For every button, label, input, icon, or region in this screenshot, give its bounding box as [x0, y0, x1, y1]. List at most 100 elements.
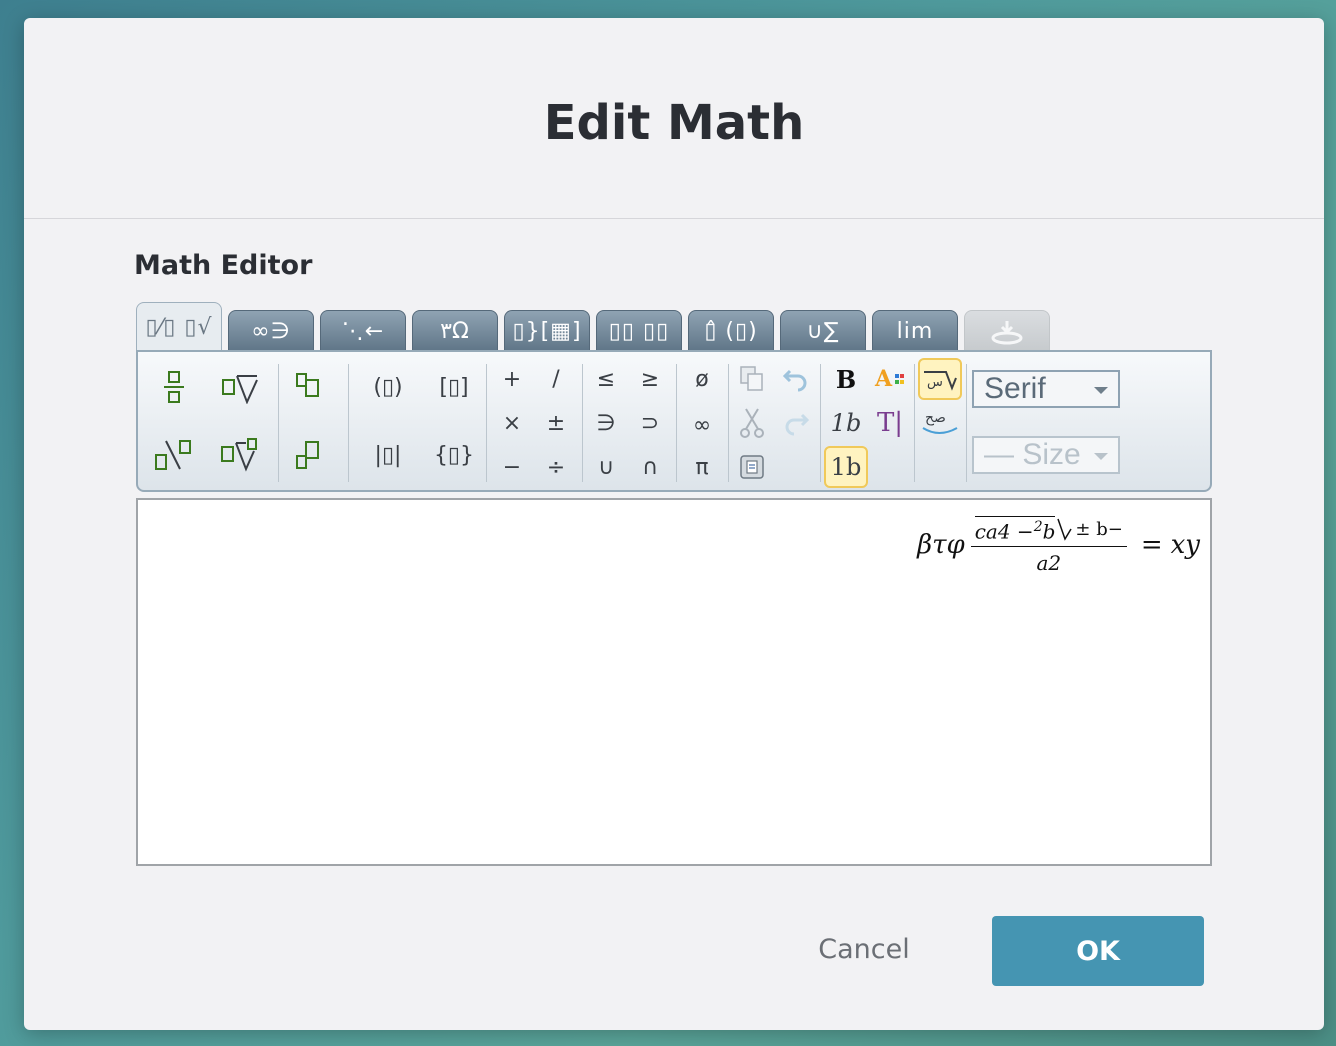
chevron-down-icon [1094, 387, 1108, 394]
infinity-button[interactable]: ∞ [682, 406, 722, 444]
braces-label: {▯} [433, 442, 475, 468]
infinity-label: ∞ [692, 412, 712, 438]
contains-button[interactable]: ∋ [586, 404, 626, 442]
undo-button[interactable] [776, 360, 816, 398]
plus-minus-button[interactable]: ± [536, 404, 576, 442]
text-mode-button[interactable]: T| [870, 404, 910, 442]
font-family-value: Serif [984, 372, 1046, 405]
toolbar-separator [348, 364, 349, 482]
root-button[interactable] [220, 368, 260, 406]
numerator-b: b [1042, 519, 1056, 544]
text-color-button[interactable]: A [870, 360, 910, 398]
plus-button[interactable]: + [492, 360, 532, 398]
dialog-header: Edit Math [24, 18, 1324, 219]
upright-number-label: 1b [830, 453, 862, 481]
tab-arrows[interactable]: ⋱← [320, 310, 406, 352]
numerator-tail: ± b− [1075, 519, 1123, 541]
copy-button[interactable] [732, 360, 772, 398]
toolbar-separator [582, 364, 583, 482]
cut-button[interactable] [732, 404, 772, 442]
formula-overline-group: ca4 −2b [974, 516, 1056, 544]
scissors-icon [740, 408, 764, 438]
union-button[interactable]: ∪ [586, 448, 626, 486]
nth-root-button[interactable] [220, 436, 260, 474]
pi-button[interactable]: π [682, 448, 722, 486]
upright-number-button[interactable]: 1b [824, 446, 868, 488]
edit-math-dialog: Edit Math Math Editor ▯⁄▯ ▯√ ∞∋ ⋱← ٣Ω ▯}… [24, 18, 1324, 1030]
toolbar-separator [676, 364, 677, 482]
superscript-icon [296, 373, 319, 397]
braces-button[interactable]: {▯} [430, 436, 478, 474]
subscript-button[interactable] [288, 436, 328, 474]
toolbar-separator [278, 364, 279, 482]
plus-label: + [502, 366, 522, 392]
empty-set-label: ø [695, 366, 709, 392]
root-icon [222, 375, 258, 404]
parentheses-label: (▯) [373, 374, 403, 400]
editor-toolbar: (▯) [▯] |▯| {▯} + / × ± − ÷ ≤ ≥ ∋ ⊃ ∪ ∩ … [136, 350, 1212, 492]
times-label: × [502, 410, 522, 436]
tab-matrices[interactable]: ▯}[▦] [504, 310, 590, 352]
svg-text:A: A [874, 366, 893, 392]
tab-scripts[interactable]: ▯▯ ▯▯ [596, 310, 682, 352]
copy-icon [740, 366, 763, 391]
slash-label: / [552, 366, 560, 392]
intersection-button[interactable]: ∩ [630, 448, 670, 486]
tab-symbols[interactable]: ∞∋ [228, 310, 314, 352]
greater-equal-label: ≥ [640, 366, 660, 392]
formula-fraction: ca4 −2b ± b− a2 [970, 516, 1127, 575]
tab-fractions-roots[interactable]: ▯⁄▯ ▯√ [136, 302, 222, 352]
brackets-button[interactable]: [▯] [430, 368, 478, 406]
formula-lhs: βτφ [917, 530, 965, 561]
absolute-value-button[interactable]: |▯| [364, 436, 412, 474]
subscript-icon [296, 441, 319, 469]
divide-label: ÷ [546, 454, 566, 480]
font-size-select: — Size [972, 436, 1120, 474]
math-editor-canvas[interactable]: βτφ ca4 −2b ± b− a2 = xy [136, 498, 1212, 866]
bevelled-fraction-button[interactable] [154, 436, 194, 474]
minus-button[interactable]: − [492, 448, 532, 486]
contains-label: ∋ [596, 410, 616, 436]
tab-greek-arabic[interactable]: ٣Ω [412, 310, 498, 352]
chevron-down-icon [1094, 453, 1108, 460]
times-button[interactable]: × [492, 404, 532, 442]
empty-set-button[interactable]: ø [682, 360, 722, 398]
tab-calculus[interactable]: lim [872, 310, 958, 352]
text-color-icon: A [874, 366, 904, 392]
rtl-root-button[interactable]: س [918, 358, 962, 400]
redo-button[interactable] [776, 404, 816, 442]
less-equal-label: ≤ [596, 366, 616, 392]
greater-equal-button[interactable]: ≥ [630, 360, 670, 398]
slash-button[interactable]: / [536, 360, 576, 398]
formula-equals: = [1140, 530, 1163, 561]
superscript-button[interactable] [288, 368, 328, 406]
fraction-button[interactable] [154, 368, 194, 406]
formula-numerator: ca4 −2b ± b− [971, 516, 1127, 546]
radical-icon [1057, 518, 1073, 541]
rtl-text-button[interactable]: صح [918, 404, 962, 442]
parentheses-button[interactable]: (▯) [364, 368, 412, 406]
tab-decorations[interactable]: ▯̂ (▯) [688, 310, 774, 352]
tab-large-operators[interactable]: ∪∑ [780, 310, 866, 352]
absolute-value-label: |▯| [374, 442, 402, 468]
text-mode-label: T| [876, 408, 904, 438]
superset-label: ⊃ [640, 410, 660, 436]
paste-button[interactable] [732, 448, 772, 486]
toolbar-separator [914, 364, 915, 482]
download-icon [991, 320, 1023, 344]
pi-label: π [695, 454, 709, 480]
italic-number-button[interactable]: 1b [826, 404, 866, 442]
toolbar-separator [728, 364, 729, 482]
toolbar-separator [966, 364, 967, 482]
ok-button[interactable]: OK [992, 916, 1204, 986]
minus-label: − [502, 454, 522, 480]
math-editor-label: Math Editor [134, 250, 313, 281]
bold-button[interactable]: B [826, 360, 866, 398]
less-equal-button[interactable]: ≤ [586, 360, 626, 398]
font-family-select[interactable]: Serif [972, 370, 1120, 408]
divide-button[interactable]: ÷ [536, 448, 576, 486]
paste-icon [740, 455, 764, 479]
cancel-button[interactable]: Cancel [794, 916, 934, 982]
formula: βτφ ca4 −2b ± b− a2 = xy [917, 516, 1200, 575]
superset-button[interactable]: ⊃ [630, 404, 670, 442]
